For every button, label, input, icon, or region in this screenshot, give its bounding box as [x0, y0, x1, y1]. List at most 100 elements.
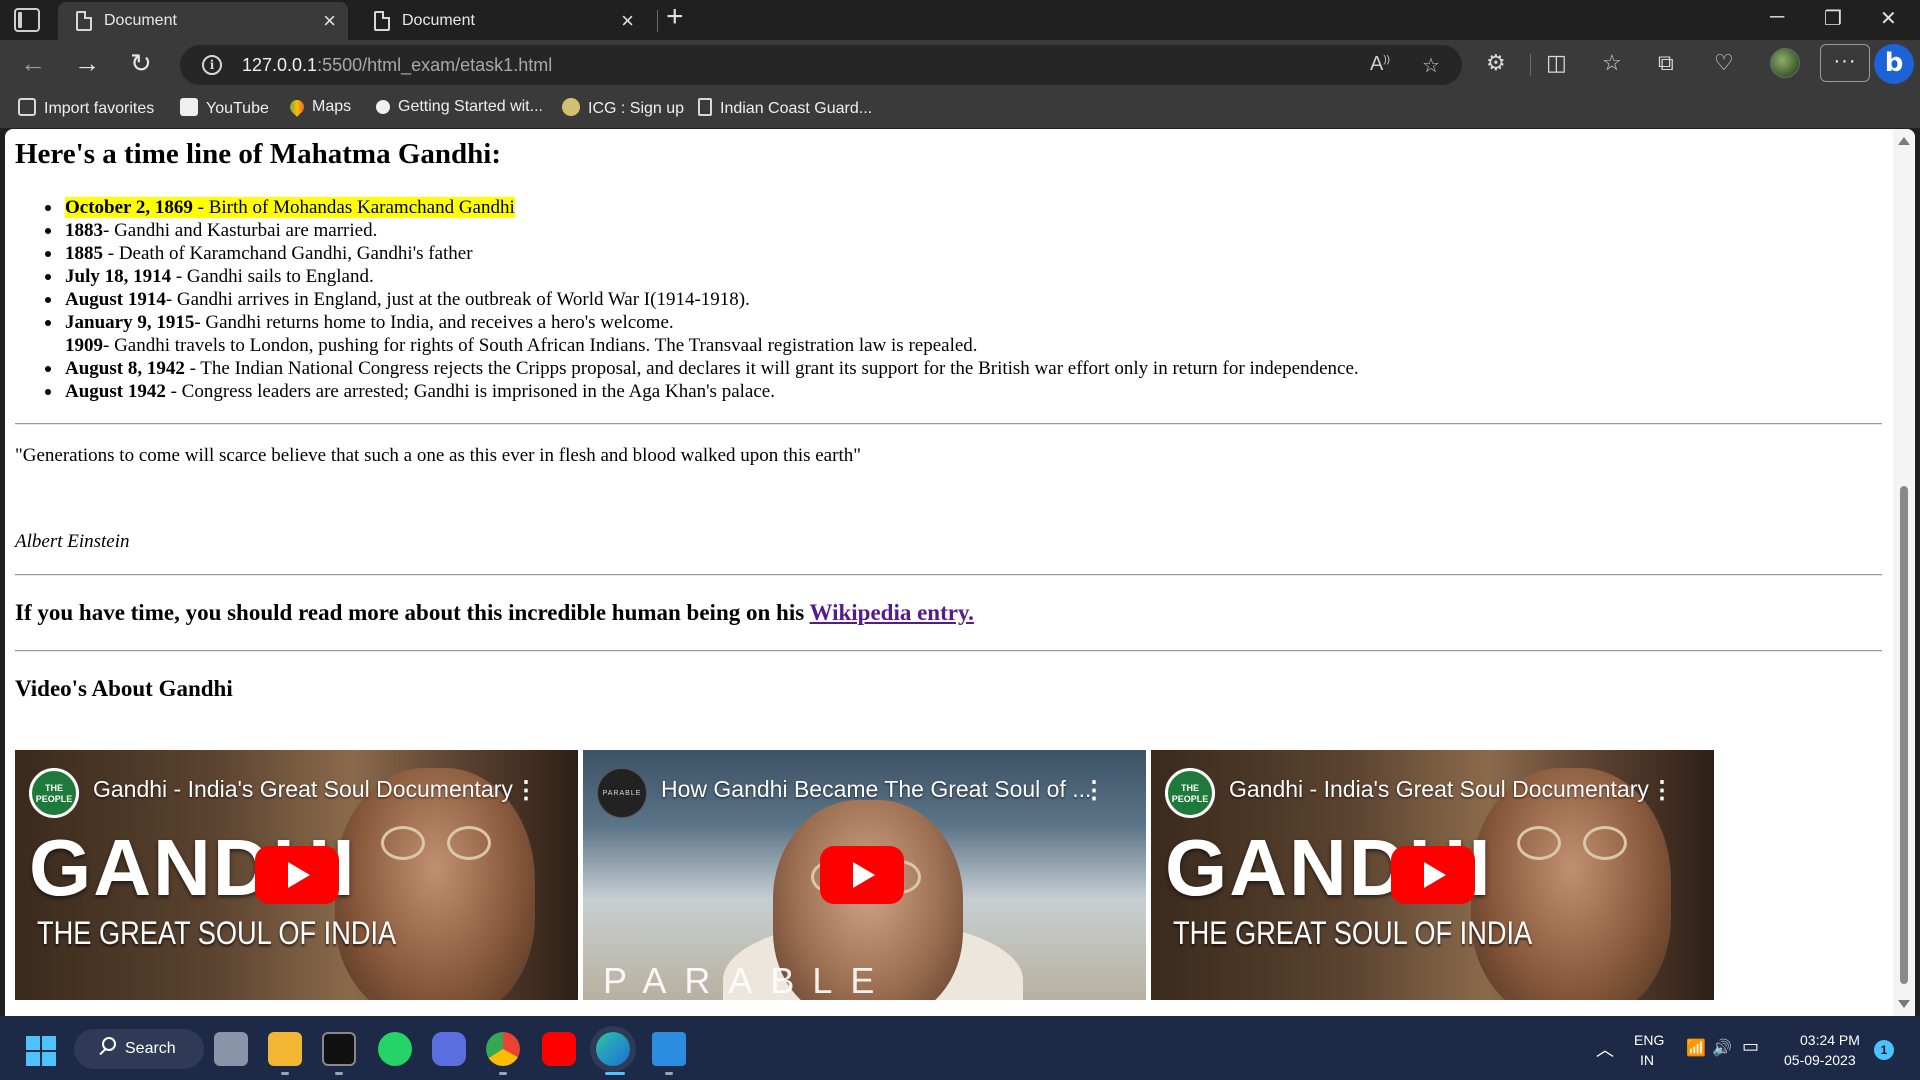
- channel-avatar[interactable]: THE PEOPLE: [1165, 768, 1215, 818]
- close-window-icon[interactable]: ✕: [1880, 6, 1897, 31]
- volume-icon[interactable]: 🔊: [1712, 1038, 1732, 1058]
- page-viewport: Here's a time line of Mahatma Gandhi: Oc…: [5, 129, 1915, 1016]
- vertical-scrollbar[interactable]: [1893, 129, 1915, 1016]
- wikipedia-link[interactable]: Wikipedia entry.: [810, 600, 974, 625]
- video-menu-icon[interactable]: ⋮: [1082, 776, 1106, 805]
- channel-avatar[interactable]: THE PEOPLE: [29, 768, 79, 818]
- tab-title: Document: [402, 12, 475, 29]
- close-tab-icon[interactable]: ×: [323, 8, 336, 34]
- favorite-star-icon[interactable]: ☆: [1422, 53, 1440, 78]
- play-button[interactable]: [1391, 846, 1475, 904]
- fav-label: Maps: [312, 98, 352, 115]
- video-embed-3[interactable]: THE PEOPLE Gandhi - India's Great Soul Do…: [1151, 750, 1714, 1000]
- timeline-text: - The Indian National Congress rejects t…: [184, 358, 1359, 379]
- tab-document-2[interactable]: Document ×: [356, 2, 646, 40]
- fav-indian-coast-guard[interactable]: Indian Coast Guard...: [698, 98, 872, 118]
- timeline-item: August 8, 1942 - The Indian National Con…: [15, 357, 1875, 380]
- timeline-text: - Death of Karamchand Gandhi, Gandhi's f…: [103, 243, 473, 264]
- fav-label: ICG : Sign up: [588, 100, 685, 117]
- timeline-date: August 1914: [65, 289, 166, 310]
- fav-youtube[interactable]: YouTube: [180, 98, 269, 118]
- extensions-icon[interactable]: ⚙: [1486, 50, 1506, 76]
- address-bar[interactable]: i 127.0.0.1:5500/html_exam/etask1.html A…: [180, 45, 1462, 85]
- collections-icon[interactable]: ⧉: [1658, 50, 1674, 76]
- taskbar: Search ︿ ENG IN 📶 🔊 ▭ 03:24 PM 05-09-202…: [0, 1016, 1920, 1080]
- timeline-text: - Gandhi travels to London, pushing for …: [103, 335, 978, 356]
- split-screen-icon[interactable]: ◫: [1546, 50, 1567, 76]
- notification-badge[interactable]: 1: [1874, 1040, 1894, 1060]
- url-text[interactable]: 127.0.0.1:5500/html_exam/etask1.html: [242, 55, 552, 76]
- thumbnail-big-title: PARABLE: [603, 960, 893, 1000]
- video-title[interactable]: How Gandhi Became The Great Soul of ...: [661, 776, 1091, 803]
- taskbar-search[interactable]: Search: [74, 1029, 204, 1069]
- play-button[interactable]: [820, 846, 904, 904]
- video-embed-2[interactable]: PARABLE How Gandhi Became The Great Soul…: [583, 750, 1146, 1000]
- forward-icon[interactable]: →: [74, 48, 100, 79]
- back-icon[interactable]: ←: [20, 48, 46, 79]
- video-title[interactable]: Gandhi - India's Great Soul Documentary: [93, 776, 513, 803]
- profile-avatar[interactable]: [1770, 48, 1800, 78]
- clock-date[interactable]: 05-09-2023: [1784, 1052, 1856, 1068]
- running-indicator: [335, 1072, 343, 1075]
- fav-label: YouTube: [206, 100, 269, 117]
- fav-getting-started[interactable]: Getting Started wit...: [376, 98, 543, 116]
- read-more-text: If you have time, you should read more a…: [15, 600, 810, 625]
- timeline-date: August 1942: [65, 381, 166, 402]
- tab-actions-icon[interactable]: [14, 8, 40, 32]
- video-title[interactable]: Gandhi - India's Great Soul Documentary: [1229, 776, 1649, 803]
- channel-avatar[interactable]: PARABLE: [597, 768, 647, 818]
- refresh-icon[interactable]: ↻: [130, 48, 152, 79]
- timeline-text: - Gandhi sails to England.: [171, 266, 374, 287]
- tray-overflow-icon[interactable]: ︿: [1596, 1036, 1614, 1062]
- whatsapp-icon[interactable]: [378, 1032, 412, 1066]
- copilot-app-icon[interactable]: [432, 1032, 466, 1066]
- play-button[interactable]: [255, 846, 339, 904]
- read-aloud-icon[interactable]: A)): [1370, 53, 1390, 76]
- close-tab-icon[interactable]: ×: [621, 8, 634, 34]
- windows-start-icon[interactable]: [26, 1036, 56, 1066]
- tab-document-1[interactable]: Document ×: [58, 2, 348, 40]
- clock-time[interactable]: 03:24 PM: [1800, 1032, 1860, 1048]
- settings-more-button[interactable]: ···: [1820, 44, 1870, 82]
- chrome-icon[interactable]: [486, 1032, 520, 1066]
- battery-icon[interactable]: ▭: [1742, 1036, 1759, 1057]
- minimize-icon[interactable]: ─: [1770, 6, 1784, 29]
- import-icon: [18, 98, 36, 116]
- favorites-icon[interactable]: ☆: [1602, 50, 1622, 76]
- fav-icg-sign-up[interactable]: ICG : Sign up: [562, 98, 684, 118]
- language-bottom[interactable]: IN: [1640, 1052, 1654, 1068]
- scrollbar-thumb[interactable]: [1900, 486, 1908, 984]
- wifi-icon[interactable]: 📶: [1686, 1038, 1706, 1058]
- youtube-app-icon[interactable]: [542, 1032, 576, 1066]
- glasses-graphic: [1517, 826, 1627, 860]
- restore-icon[interactable]: ❐: [1824, 6, 1842, 31]
- toolbar-separator: [1530, 54, 1531, 76]
- url-path: :5500/html_exam/etask1.html: [317, 55, 553, 75]
- search-label: Search: [125, 1040, 176, 1057]
- icg-icon: [562, 98, 580, 116]
- task-view-icon[interactable]: [214, 1032, 248, 1066]
- language-top[interactable]: ENG: [1634, 1032, 1664, 1048]
- browser-toolbar: ← → ↻ i 127.0.0.1:5500/html_exam/etask1.…: [0, 40, 1920, 90]
- fav-import-favorites[interactable]: Import favorites: [18, 98, 154, 118]
- fav-maps[interactable]: Maps: [287, 97, 352, 117]
- scroll-down-icon[interactable]: [1898, 1000, 1910, 1008]
- fav-label: Indian Coast Guard...: [720, 100, 873, 117]
- terminal-icon[interactable]: [322, 1032, 356, 1066]
- video-menu-icon[interactable]: ⋮: [514, 776, 538, 805]
- edge-icon[interactable]: [596, 1032, 630, 1066]
- vscode-icon[interactable]: [652, 1032, 686, 1066]
- maps-icon: [287, 97, 307, 117]
- file-explorer-icon[interactable]: [268, 1032, 302, 1066]
- video-embed-1[interactable]: THE PEOPLE Gandhi - India's Great Soul Do…: [15, 750, 578, 1000]
- browser-essentials-icon[interactable]: ♡: [1714, 50, 1734, 76]
- timeline-text: - Birth of Mohandas Karamchand Gandhi: [192, 197, 515, 218]
- timeline-text: - Gandhi arrives in England, just at the…: [165, 289, 750, 310]
- bing-copilot-icon[interactable]: b: [1874, 44, 1914, 84]
- video-menu-icon[interactable]: ⋮: [1650, 776, 1674, 805]
- new-tab-icon[interactable]: +: [666, 0, 684, 34]
- youtube-icon: [180, 98, 198, 116]
- scroll-up-icon[interactable]: [1898, 137, 1910, 145]
- site-info-icon[interactable]: i: [202, 55, 222, 75]
- timeline-date: 1885: [65, 243, 103, 264]
